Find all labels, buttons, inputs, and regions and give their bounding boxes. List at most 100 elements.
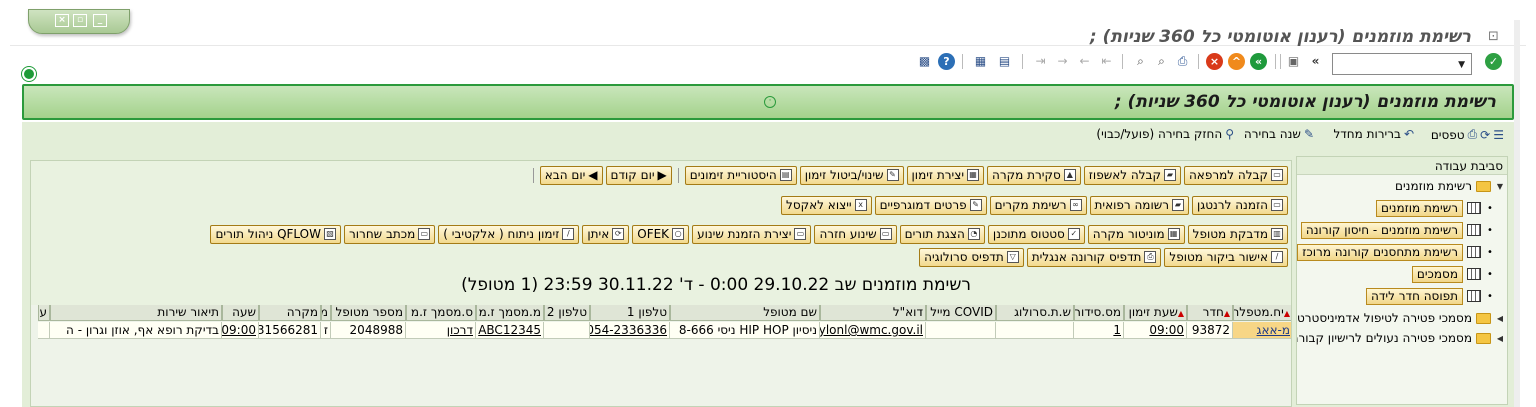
- button-label: רשימת מקרים: [994, 197, 1067, 212]
- pie-icon: ◔: [967, 228, 980, 240]
- nav-item-delivery-room[interactable]: • תפוסה חדר לידה: [1366, 286, 1495, 306]
- hold-selection-button[interactable]: ⚲ החזק בחירה (פועל/כבוי): [1096, 127, 1234, 141]
- cell-unit[interactable]: מ-אאג: [1233, 322, 1291, 339]
- case-list-button[interactable]: ∞ רשימת מקרים: [989, 195, 1087, 215]
- shortcut-icon[interactable]: ▦: [972, 53, 989, 70]
- planned-status-button[interactable]: ✓ סטטוס מתוכנן: [987, 224, 1085, 244]
- back-icon[interactable]: «: [1250, 53, 1267, 70]
- col-covid-mail[interactable]: COVID מייל: [926, 305, 996, 321]
- green-check-icon[interactable]: ✓: [1485, 53, 1502, 70]
- collapse-icon[interactable]: ▼: [1495, 182, 1505, 191]
- nav-item-documents[interactable]: • מסמכים: [1411, 264, 1495, 284]
- create-appointment-button[interactable]: ▦ יצירת זימון: [906, 165, 985, 185]
- create-transport-button[interactable]: ▭ יצירת הזמנת שינוע: [692, 224, 812, 244]
- visit-approval-button[interactable]: / אישור ביקור מטופל: [1164, 247, 1288, 267]
- xray-order-button[interactable]: ▭ הזמנה לרנטגן: [1192, 195, 1288, 215]
- patient-label-button[interactable]: ▥ מדבקת מטופל: [1187, 224, 1288, 244]
- chevron-down-icon[interactable]: ▼: [1458, 60, 1465, 70]
- minimize-icon[interactable]: _: [93, 14, 107, 27]
- button-label: היסטוריית זימונים: [689, 167, 777, 182]
- first-page-icon[interactable]: ⇤: [1098, 53, 1115, 70]
- col-patient-name[interactable]: שם מטופל: [670, 305, 820, 321]
- col-phone1[interactable]: טלפון 1: [590, 305, 670, 321]
- cancel-icon[interactable]: ×: [1206, 53, 1223, 70]
- cell-e: [38, 322, 50, 339]
- covid-english-print-button[interactable]: ⎙ תדפיס קורונה אנגלית: [1026, 247, 1162, 267]
- discharge-letter-button[interactable]: ▭ מכתב שחרור: [344, 224, 436, 244]
- cell-doc-type[interactable]: דרכון: [406, 322, 476, 339]
- show-queues-button[interactable]: ◔ הצגת תורים: [899, 224, 985, 244]
- find-icon[interactable]: ⌕: [1153, 53, 1170, 70]
- col-patient-number[interactable]: מספר מטופל: [331, 305, 406, 321]
- col-email[interactable]: דוא"ל: [820, 305, 926, 321]
- forms-menu[interactable]: ☰ ⟳ ⎙ טפסים: [1431, 127, 1504, 142]
- prev-page-icon[interactable]: ←: [1076, 53, 1093, 70]
- change-selection-button[interactable]: ✎ שנה בחירה: [1244, 127, 1314, 141]
- expand-icon[interactable]: ◀: [1495, 314, 1505, 323]
- change-appointment-button[interactable]: ✎ שינוי/ביטול זימון: [799, 165, 904, 185]
- col-m[interactable]: מ: [321, 305, 331, 321]
- nav-item-covid-vaccine[interactable]: • רשימת מוזמנים - חיסון קורונה: [1300, 220, 1495, 240]
- customize-icon[interactable]: ▩: [916, 53, 933, 70]
- next-day-button[interactable]: ◀ יום הבא: [539, 165, 603, 185]
- case-monitor-button[interactable]: ▦ מוניטור מקרה: [1087, 224, 1185, 244]
- nav-folder-admin[interactable]: ◀ מסמכי פטירה לטיפול אדמיניסטרטיבי: [1297, 308, 1505, 328]
- nav-item-covid-central[interactable]: • רשימת מתחסנים קורונה מרוכז: [1297, 242, 1495, 262]
- clinic-admission-button[interactable]: ▭ קבלה למרפאה: [1183, 165, 1288, 185]
- col-phone2[interactable]: טלפון 2: [544, 305, 590, 321]
- cell-phone1[interactable]: 054-2336336: [590, 322, 670, 339]
- qflow-button[interactable]: ▧ QFLOW ניהול תורים: [210, 224, 341, 244]
- case-review-button[interactable]: ▲ סקירת מקרה: [987, 165, 1081, 185]
- cell-doc-number[interactable]: ABC12345: [476, 322, 544, 339]
- next-page-icon[interactable]: →: [1054, 53, 1071, 70]
- restore-icon[interactable]: ▫: [73, 14, 87, 27]
- col-e[interactable]: ע: [38, 305, 50, 321]
- col-serial[interactable]: מס.סידורי: [1074, 305, 1124, 321]
- new-session-icon[interactable]: ▤: [996, 53, 1013, 70]
- window-scrollbar[interactable]: [1514, 20, 1520, 407]
- col-time[interactable]: ▲שעת זימון: [1124, 305, 1187, 321]
- nav-folder-burial[interactable]: ◀ מסמכי פטירה נעולים לרישיון קבורה: [1297, 328, 1505, 348]
- eitan-button[interactable]: ⟳ איתן: [582, 224, 630, 244]
- defaults-menu[interactable]: ↶ ברירות מחדל: [1333, 127, 1414, 141]
- col-room[interactable]: ▲חדר: [1187, 305, 1233, 321]
- command-field[interactable]: ▼: [1332, 53, 1472, 75]
- expand-icon[interactable]: ◀: [1495, 334, 1505, 343]
- print-icon[interactable]: ⎙: [1174, 53, 1191, 70]
- hospital-admission-button[interactable]: ▰ קבלה לאשפוז: [1083, 165, 1181, 185]
- col-case[interactable]: מקרה: [259, 305, 321, 321]
- elective-surgery-button[interactable]: / זימון ניתוח ( אלקטיבי ): [438, 224, 580, 244]
- cell-serial[interactable]: 1: [1074, 322, 1124, 339]
- window-tab[interactable]: × ▫ _: [28, 9, 130, 34]
- cell-email[interactable]: eylonl@wmc.gov.il: [820, 322, 926, 339]
- cell-hour[interactable]: 09:00: [222, 322, 259, 339]
- change-selection-label: שנה בחירה: [1243, 127, 1301, 141]
- nav-root[interactable]: ▼ רשימת מוזמנים: [1395, 176, 1505, 196]
- cell-time[interactable]: 09:00: [1124, 322, 1187, 339]
- save-icon[interactable]: ▣: [1285, 53, 1302, 70]
- export-excel-button[interactable]: x ייצוא לאקסל: [781, 195, 872, 215]
- col-doc-type[interactable]: ס.מסמך ז.מ: [406, 305, 476, 321]
- nav-item-worklist[interactable]: • רשימת מוזמנים: [1376, 198, 1495, 218]
- find-next-icon[interactable]: ⌕: [1132, 53, 1149, 70]
- col-serology[interactable]: ש.ת.סרולוג: [996, 305, 1074, 321]
- window-menu-icon[interactable]: ⊡: [1488, 29, 1506, 44]
- col-service[interactable]: תיאור שירות: [50, 305, 222, 321]
- previous-day-button[interactable]: ▶ יום קודם: [605, 165, 672, 185]
- col-doc-number[interactable]: מ.מסמך ז.מ: [476, 305, 544, 321]
- ofek-button[interactable]: ○ OFEK: [632, 224, 690, 244]
- col-hour[interactable]: שעה: [222, 305, 259, 321]
- serology-print-button[interactable]: ▽ תדפיס סרולוגיה: [919, 247, 1024, 267]
- col-unit[interactable]: ▲יח.מטפלת: [1233, 305, 1291, 321]
- help-icon[interactable]: ?: [938, 53, 955, 70]
- table-row[interactable]: מ-אאג 93872 09:00 1 eylonl@wmc.gov.il ני…: [38, 322, 1291, 339]
- return-transport-button[interactable]: ▭ שינוע חזרה: [814, 224, 897, 244]
- appointment-history-button[interactable]: ▤ היסטוריית זימונים: [684, 165, 797, 185]
- exit-icon[interactable]: ^: [1228, 53, 1245, 70]
- medical-record-button[interactable]: ▰ רשומה רפואית: [1089, 195, 1189, 215]
- close-icon[interactable]: ×: [55, 14, 69, 27]
- refresh-icon: ⟳: [1480, 127, 1491, 142]
- last-page-icon[interactable]: ⇥: [1032, 53, 1049, 70]
- demographics-button[interactable]: ✎ פרטים דמוגרפיים: [874, 195, 987, 215]
- double-left-icon[interactable]: «: [1307, 53, 1324, 70]
